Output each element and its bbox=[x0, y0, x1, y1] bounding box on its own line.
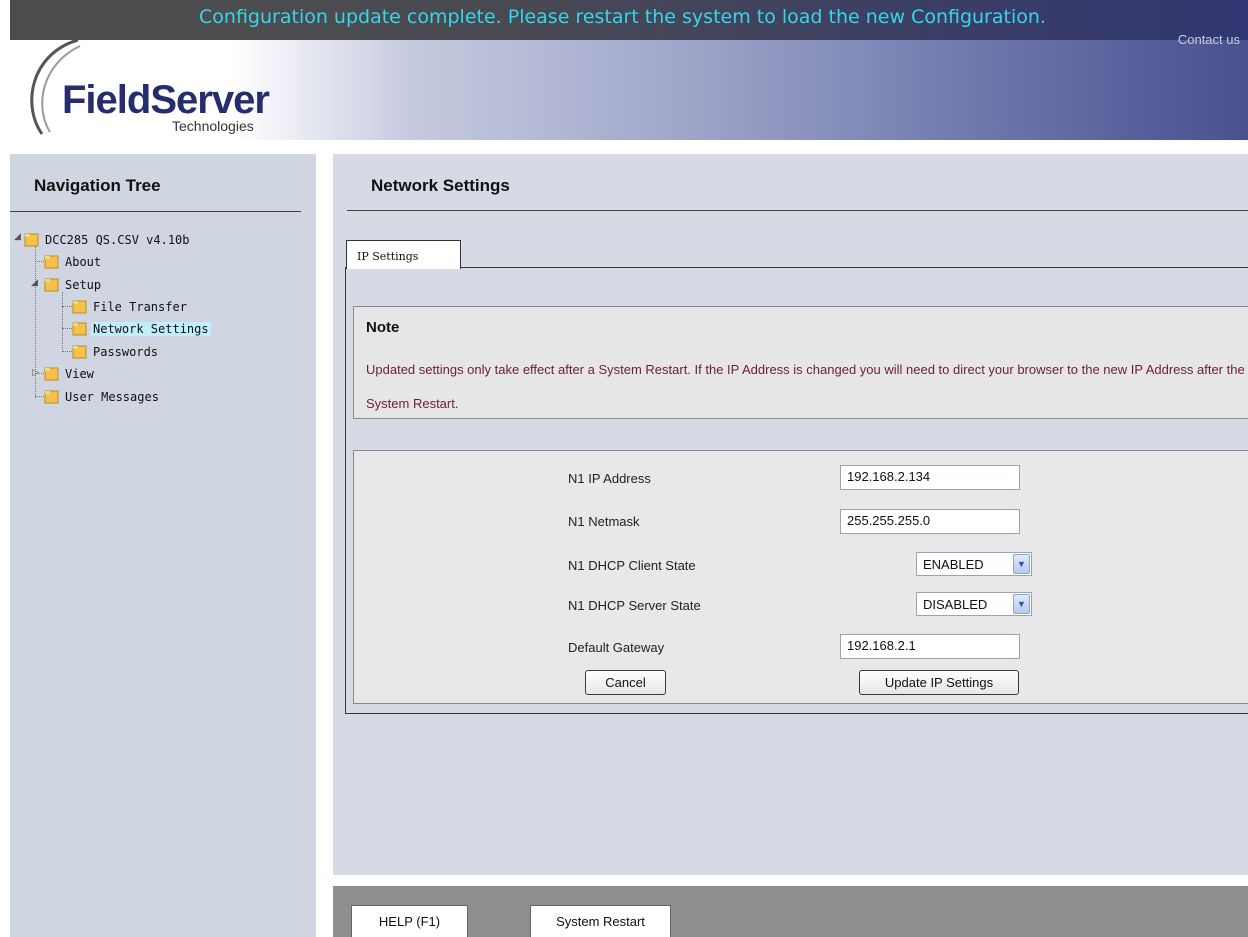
cancel-button[interactable]: Cancel bbox=[585, 670, 666, 695]
tree-item-user-messages[interactable]: User Messages bbox=[44, 387, 161, 406]
tree-item-label: File Transfer bbox=[93, 299, 187, 314]
page-title: Network Settings bbox=[371, 176, 510, 195]
note-title: Note bbox=[366, 319, 400, 336]
dhcp-server-select[interactable]: DISABLED ▼ bbox=[916, 592, 1032, 616]
tab-strip-border bbox=[345, 267, 1248, 268]
ip-address-label: N1 IP Address bbox=[568, 471, 651, 486]
chevron-down-icon[interactable]: ▼ bbox=[1013, 594, 1030, 614]
navigation-tree-title: Navigation Tree bbox=[34, 176, 161, 195]
folder-icon bbox=[72, 299, 87, 314]
system-restart-button[interactable]: System Restart bbox=[530, 905, 671, 937]
tree-connector bbox=[35, 261, 44, 262]
fieldserver-logo: FieldServer Technologies bbox=[20, 36, 280, 136]
tree-item-file-transfer[interactable]: File Transfer bbox=[72, 297, 189, 316]
tree-item-label: Setup bbox=[65, 277, 102, 292]
note-box: Note Updated settings only take effect a… bbox=[353, 306, 1248, 419]
panel-border bbox=[345, 713, 1248, 714]
folder-icon bbox=[44, 254, 59, 269]
tree-item-view[interactable]: View bbox=[44, 364, 96, 383]
netmask-input[interactable]: 255.255.255.0 bbox=[840, 509, 1020, 534]
tree-item-label: Network Settings bbox=[91, 321, 211, 336]
tree-item-network-settings[interactable]: Network Settings bbox=[72, 319, 211, 338]
title-divider bbox=[347, 210, 1248, 211]
collapse-arrow-icon[interactable]: ◢ bbox=[31, 278, 38, 288]
tree-item-label: View bbox=[65, 366, 94, 381]
logo-wordmark: FieldServer bbox=[62, 78, 270, 122]
tree-item-label: Passwords bbox=[93, 344, 159, 359]
footer-bar: HELP (F1) System Restart bbox=[333, 886, 1248, 937]
folder-icon bbox=[44, 366, 59, 381]
tree-connector bbox=[62, 306, 72, 307]
tree-item-setup[interactable]: Setup bbox=[44, 275, 103, 294]
dhcp-server-value: DISABLED bbox=[923, 596, 988, 612]
tree-item-about[interactable]: About bbox=[44, 252, 103, 271]
dhcp-client-select[interactable]: ENABLED ▼ bbox=[916, 552, 1032, 576]
navigation-divider bbox=[10, 211, 301, 212]
tree-item-label: DCC285 QS.CSV v4.10b bbox=[45, 232, 190, 247]
update-ip-settings-button[interactable]: Update IP Settings bbox=[859, 670, 1019, 695]
tab-ip-settings[interactable]: IP Settings bbox=[346, 240, 461, 269]
tree-connector bbox=[62, 351, 72, 352]
folder-icon bbox=[72, 321, 87, 336]
default-gateway-input[interactable]: 192.168.2.1 bbox=[840, 634, 1020, 659]
expand-arrow-icon[interactable]: ▷ bbox=[32, 368, 39, 378]
tree-connector bbox=[62, 328, 72, 329]
netmask-label: N1 Netmask bbox=[568, 514, 640, 529]
dhcp-client-value: ENABLED bbox=[923, 556, 984, 572]
navigation-sidebar: Navigation Tree ◢ ◢ ▷ DCC285 QS.CSV v4.1… bbox=[10, 154, 316, 937]
status-banner: Configuration update complete. Please re… bbox=[199, 6, 1046, 28]
tree-item-label: User Messages bbox=[65, 389, 159, 404]
dhcp-client-label: N1 DHCP Client State bbox=[568, 558, 696, 573]
folder-icon bbox=[44, 389, 59, 404]
tree-item-root[interactable]: DCC285 QS.CSV v4.10b bbox=[24, 230, 192, 249]
panel-border bbox=[345, 267, 346, 714]
folder-icon bbox=[24, 232, 39, 247]
tree-connector bbox=[62, 292, 63, 352]
chevron-down-icon[interactable]: ▼ bbox=[1013, 554, 1030, 574]
folder-icon bbox=[44, 277, 59, 292]
main-content: Network Settings IP Settings Note Update… bbox=[333, 154, 1248, 875]
tree-connector bbox=[35, 396, 44, 397]
tree-item-label: About bbox=[65, 254, 102, 269]
logo-subtitle: Technologies bbox=[172, 118, 254, 134]
collapse-arrow-icon[interactable]: ◢ bbox=[14, 232, 21, 242]
contact-us-link[interactable]: Contact us bbox=[1178, 32, 1240, 47]
dhcp-server-label: N1 DHCP Server State bbox=[568, 598, 701, 613]
ip-address-input[interactable]: 192.168.2.134 bbox=[840, 465, 1020, 490]
header: Configuration update complete. Please re… bbox=[0, 0, 1248, 140]
note-text: Updated settings only take effect after … bbox=[366, 362, 1245, 411]
help-button[interactable]: HELP (F1) bbox=[351, 905, 468, 937]
default-gateway-label: Default Gateway bbox=[568, 640, 665, 655]
ip-settings-form: N1 IP Address 192.168.2.134 N1 Netmask 2… bbox=[353, 450, 1248, 704]
folder-icon bbox=[72, 344, 87, 359]
tree-item-passwords[interactable]: Passwords bbox=[72, 342, 160, 361]
